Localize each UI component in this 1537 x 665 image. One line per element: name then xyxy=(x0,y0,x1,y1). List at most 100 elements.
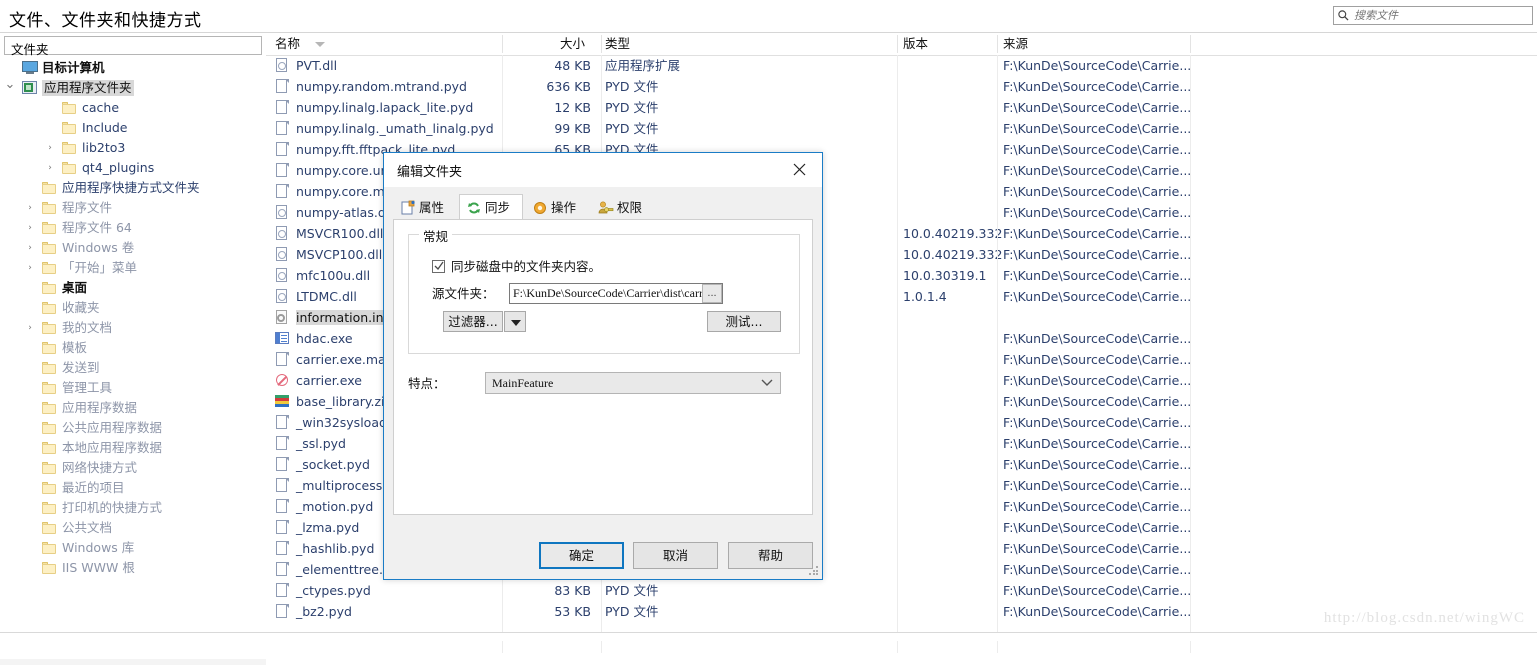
tree-item-5[interactable]: › qt4_plugins xyxy=(0,158,266,178)
app-header: 文件、文件夹和快捷方式 xyxy=(0,0,1537,33)
dialog-tabstrip[interactable]: 属性 同步 操作 权限 xyxy=(393,194,813,220)
tree-item-11[interactable]: 桌面 xyxy=(0,278,266,298)
chevron-right-icon[interactable]: › xyxy=(24,258,36,278)
search-input[interactable] xyxy=(1354,8,1526,23)
tree-item-24[interactable]: Windows 库 xyxy=(0,538,266,558)
table-row[interactable]: numpy.linalg._umath_linalg.pyd 99 KB PYD 文… xyxy=(266,118,1537,139)
tree-item-4[interactable]: › lib2to3 xyxy=(0,138,266,158)
tree-item-23[interactable]: 公共文档 xyxy=(0,518,266,538)
edit-folder-dialog[interactable]: 编辑文件夹 属性 同步 操作 权限 常规 同步磁盘中的文件夹内容。 源文件夹： xyxy=(383,152,823,580)
filter-dropdown-button[interactable] xyxy=(504,311,526,332)
chevron-right-icon[interactable]: › xyxy=(24,198,36,218)
watermark: http://blog.csdn.net/wingWC xyxy=(1323,610,1525,626)
zip-file-icon xyxy=(275,394,290,409)
tree-item-label: 应用程序快捷方式文件夹 xyxy=(62,180,200,195)
doc-file-icon xyxy=(275,79,290,94)
test-button[interactable]: 测试... xyxy=(707,311,781,332)
ok-button[interactable]: 确定 xyxy=(539,542,624,569)
close-button[interactable] xyxy=(782,157,816,181)
chevron-down-icon[interactable]: ⌄ xyxy=(4,78,16,98)
source-folder-input[interactable] xyxy=(513,285,703,302)
tree-item-20[interactable]: 网络快捷方式 xyxy=(0,458,266,478)
app-folder-icon xyxy=(22,80,38,96)
cell-size: 99 KB xyxy=(554,121,591,136)
tree-item-14[interactable]: 模板 xyxy=(0,338,266,358)
tab-0[interactable]: 属性 xyxy=(393,194,457,220)
source-folder-field[interactable]: ... xyxy=(509,283,723,304)
tab-1[interactable]: 同步 xyxy=(459,194,523,220)
chevron-right-icon[interactable]: › xyxy=(24,238,36,258)
column-header-source[interactable]: 来源 xyxy=(1003,36,1028,52)
tab-3[interactable]: 权限 xyxy=(591,194,655,220)
sort-descending-icon[interactable] xyxy=(315,42,325,47)
cancel-button[interactable]: 取消 xyxy=(633,542,718,569)
table-row[interactable]: _ctypes.pyd 83 KB PYD 文件 F:\KunDe\SourceCod… xyxy=(266,580,1537,601)
table-row[interactable]: numpy.random.mtrand.pyd 636 KB PYD 文件 F:\Ku… xyxy=(266,76,1537,97)
doc-file-icon xyxy=(275,184,290,199)
tree-item-label: cache xyxy=(82,100,120,115)
cell-name: carrier.exe xyxy=(296,373,362,388)
tree-item-19[interactable]: 本地应用程序数据 xyxy=(0,438,266,458)
tree-item-label: 本地应用程序数据 xyxy=(62,440,163,455)
cell-size: 83 KB xyxy=(554,583,591,598)
tree-item-1[interactable]: ⌄ 应用程序文件夹 xyxy=(0,78,266,98)
tree-item-6[interactable]: 应用程序快捷方式文件夹 xyxy=(0,178,266,198)
tree-item-9[interactable]: › Windows 卷 xyxy=(0,238,266,258)
tree-item-13[interactable]: › 我的文档 xyxy=(0,318,266,338)
chevron-right-icon[interactable]: › xyxy=(24,218,36,238)
doc-file-icon xyxy=(275,121,290,136)
dialog-button-bar: 确定 取消 帮助 xyxy=(384,533,822,579)
tree-item-15[interactable]: 发送到 xyxy=(0,358,266,378)
cell-version: 10.0.30319.1 xyxy=(903,268,987,283)
doc-file-icon xyxy=(275,352,290,367)
tree-item-label: Windows 卷 xyxy=(62,240,135,255)
cell-type: PYD 文件 xyxy=(605,79,659,94)
tree-item-0[interactable]: 目标计算机 xyxy=(0,58,266,78)
tree-item-label: 收藏夹 xyxy=(62,300,100,315)
help-button[interactable]: 帮助 xyxy=(728,542,813,569)
column-header-type[interactable]: 类型 xyxy=(605,36,630,52)
tree-item-21[interactable]: 最近的项目 xyxy=(0,478,266,498)
doc-file-icon xyxy=(275,163,290,178)
tree-item-2[interactable]: cache xyxy=(0,98,266,118)
tree-item-8[interactable]: › 程序文件 64 xyxy=(0,218,266,238)
column-header-version[interactable]: 版本 xyxy=(903,36,928,52)
column-divider-end xyxy=(1190,55,1191,653)
cell-source: F:\KunDe\SourceCode\Carrie... xyxy=(1003,373,1192,388)
tree-item-22[interactable]: 打印机的快捷方式 xyxy=(0,498,266,518)
cell-name: numpy.linalg.lapack_lite.pyd xyxy=(296,100,474,115)
resize-grip[interactable] xyxy=(809,566,819,576)
chevron-right-icon[interactable]: › xyxy=(24,318,36,338)
general-group-legend: 常规 xyxy=(419,226,453,245)
browse-button[interactable]: ... xyxy=(702,284,722,303)
search-box[interactable] xyxy=(1333,6,1533,25)
tree-item-7[interactable]: › 程序文件 xyxy=(0,198,266,218)
tree-item-10[interactable]: › 「开始」菜单 xyxy=(0,258,266,278)
chevron-right-icon[interactable]: › xyxy=(44,138,56,158)
column-header-size[interactable]: 大小 xyxy=(560,36,585,52)
tree-item-25[interactable]: IIS WWW 根 xyxy=(0,558,266,578)
tree-item-17[interactable]: 应用程序数据 xyxy=(0,398,266,418)
table-row[interactable]: numpy.linalg.lapack_lite.pyd 12 KB PYD 文件 F… xyxy=(266,97,1537,118)
tree-item-12[interactable]: 收藏夹 xyxy=(0,298,266,318)
tree-item-label: 模板 xyxy=(62,340,88,355)
folder-horizontal-scrollbar[interactable] xyxy=(0,659,266,665)
doc-file-icon xyxy=(275,478,290,493)
chevron-right-icon[interactable]: › xyxy=(44,158,56,178)
tree-item-16[interactable]: 管理工具 xyxy=(0,378,266,398)
filter-button[interactable]: 过滤器... xyxy=(443,311,503,332)
tree-item-3[interactable]: Include xyxy=(0,118,266,138)
column-header-name[interactable]: 名称 xyxy=(275,36,300,52)
cell-source: F:\KunDe\SourceCode\Carrie... xyxy=(1003,184,1192,199)
folder-panel-header-label: 文件夹 xyxy=(11,42,49,57)
feature-select[interactable]: MainFeature xyxy=(485,372,781,394)
dialog-titlebar[interactable]: 编辑文件夹 xyxy=(384,153,822,187)
tab-2[interactable]: 操作 xyxy=(525,194,589,220)
folder-icon xyxy=(42,460,58,476)
tree-item-18[interactable]: 公共应用程序数据 xyxy=(0,418,266,438)
cell-name: information.ini xyxy=(296,310,387,325)
table-row[interactable]: PVT.dll 48 KB 应用程序扩展 F:\KunDe\SourceCode\Ca… xyxy=(266,55,1537,76)
tree-item-label: 公共应用程序数据 xyxy=(62,420,163,435)
tree-item-label: 目标计算机 xyxy=(42,60,105,75)
folder-tree[interactable]: 目标计算机 ⌄ 应用程序文件夹 cache Include › lib2to3 › qt4_pl… xyxy=(0,58,266,578)
